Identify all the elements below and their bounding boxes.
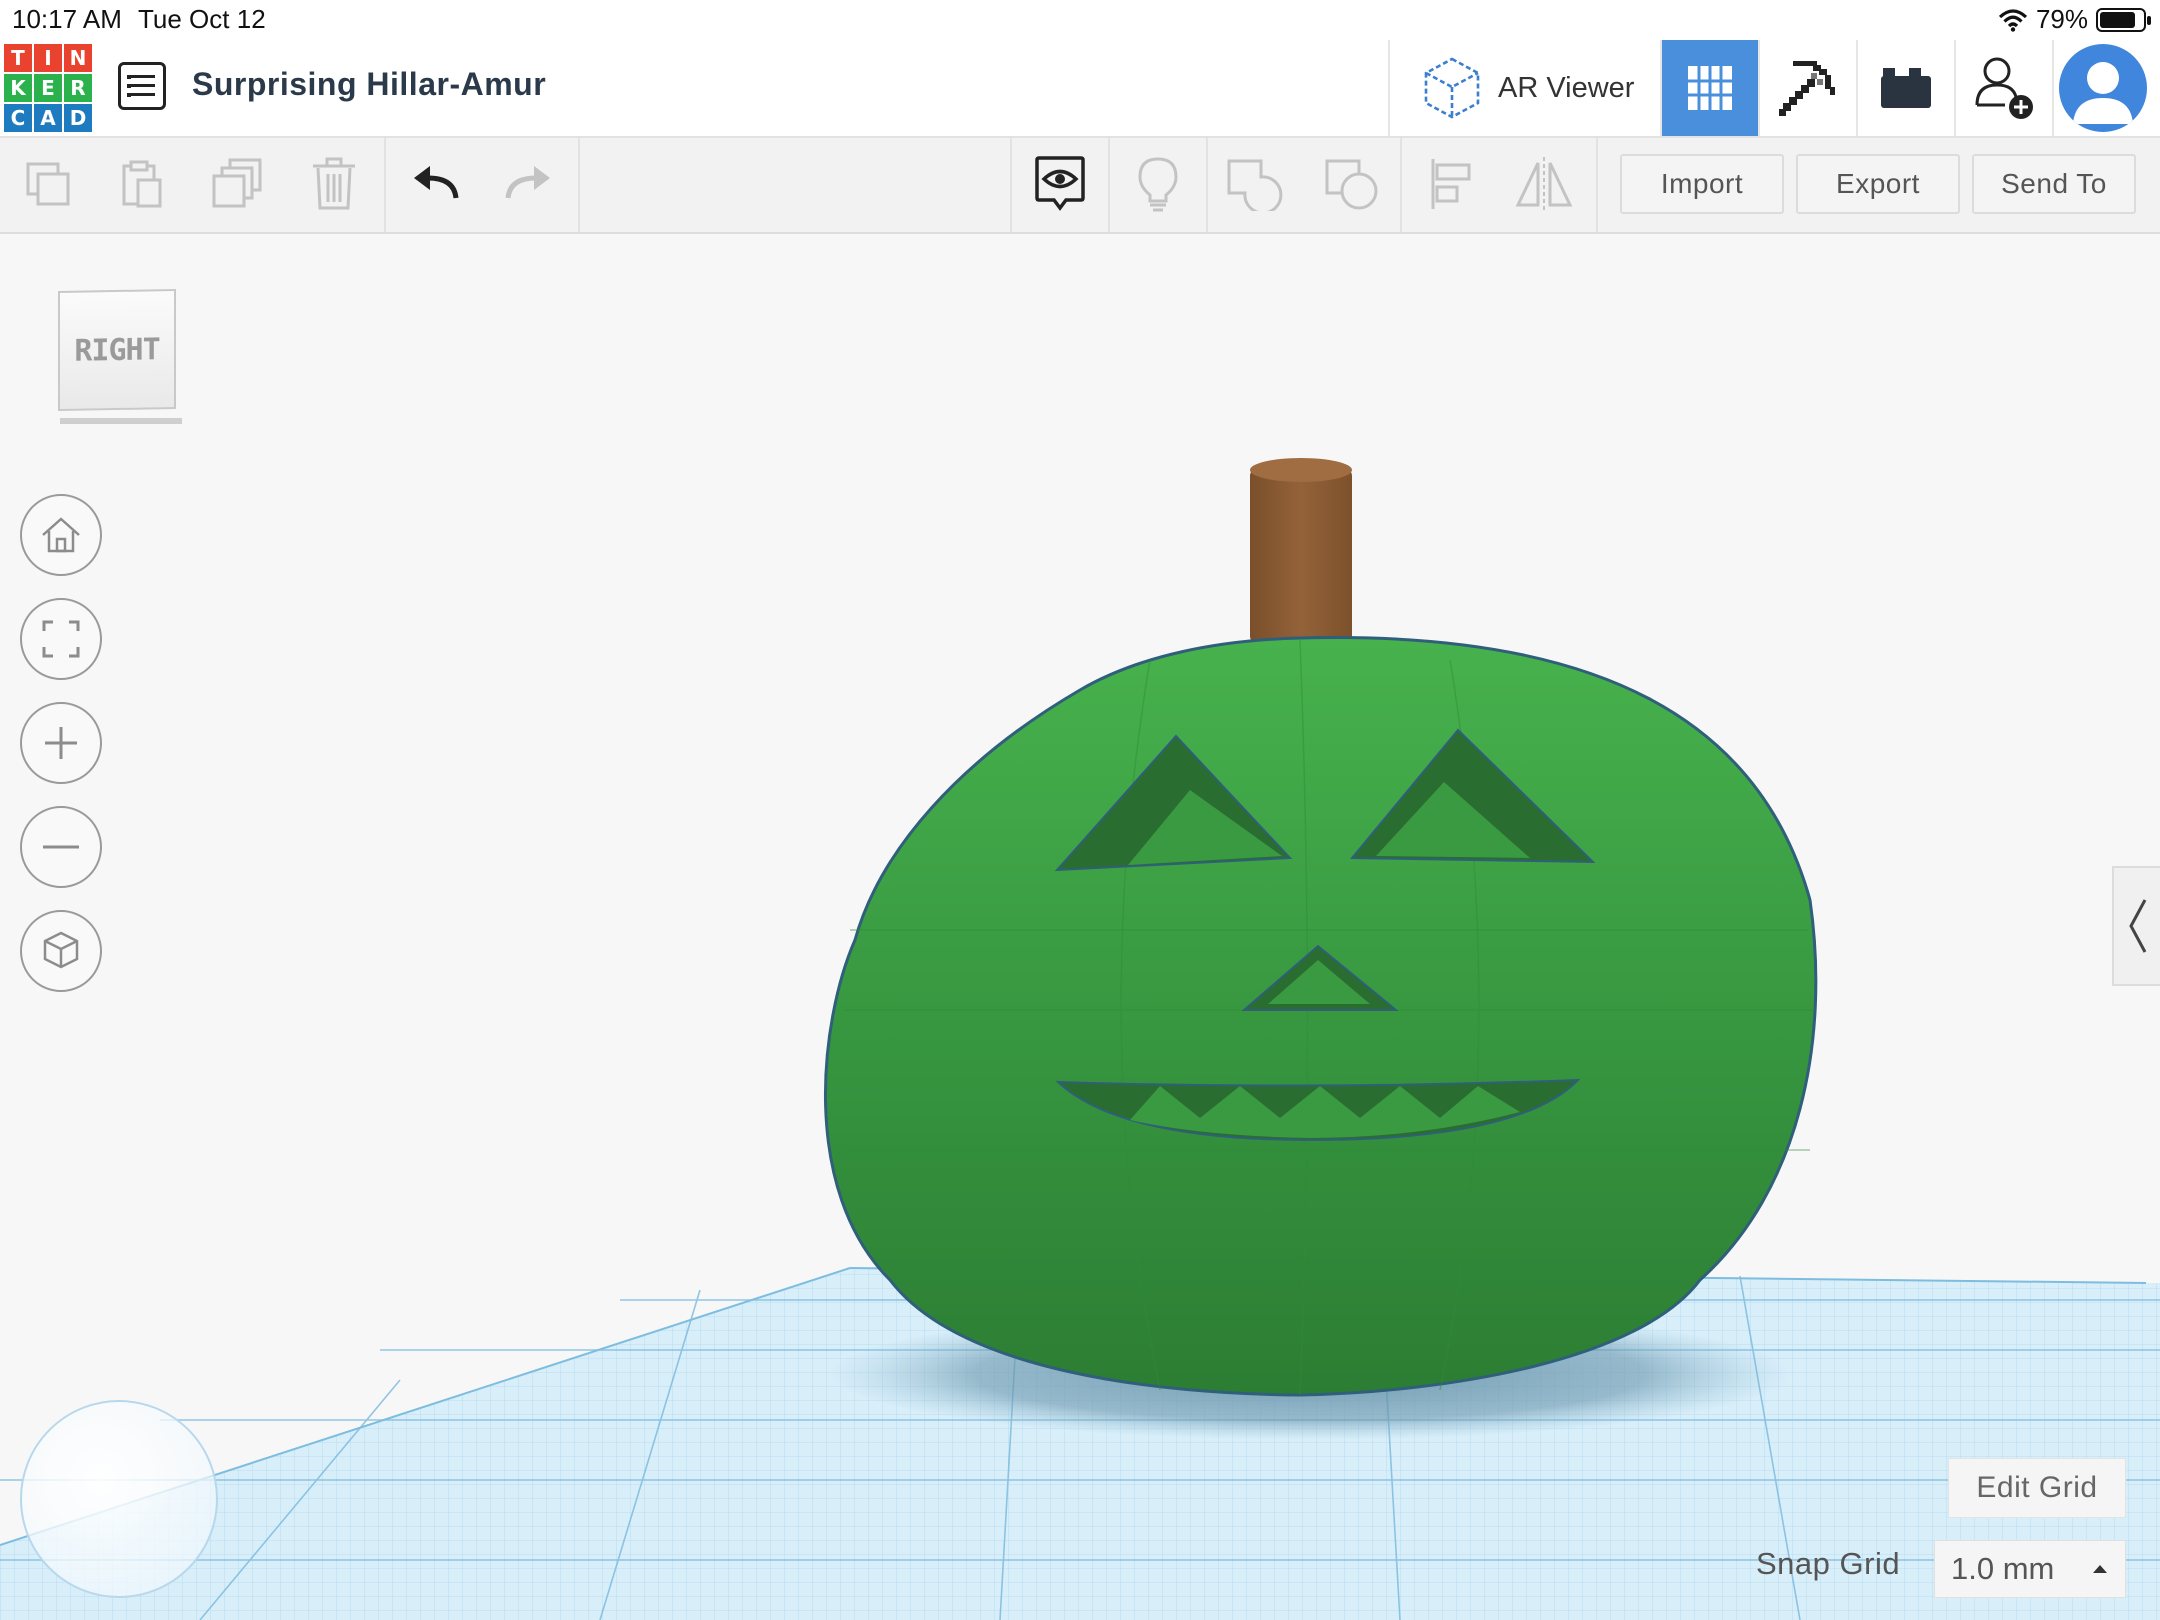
redo-icon [505, 166, 550, 199]
zoom-in-icon [45, 727, 77, 759]
wifi-icon [1998, 8, 2028, 32]
zoom-in-button[interactable] [20, 702, 102, 784]
logo-letter: E [34, 74, 62, 102]
workplane-canvas[interactable]: RIGHT Edit Grid Snap Grid 1.0 mm [0, 234, 2160, 1620]
bricks-view-button[interactable] [1858, 40, 1956, 136]
ortho-view-icon [43, 931, 79, 969]
align-icon [1431, 159, 1471, 209]
mirror-icon [1515, 157, 1573, 211]
group-button[interactable] [1222, 152, 1286, 216]
status-time: 10:17 AM [12, 4, 122, 34]
copy-button[interactable] [16, 152, 80, 216]
logo-letter: C [4, 104, 32, 132]
status-bar: 10:17 AM Tue Oct 12 79% [0, 0, 2160, 40]
snap-grid-value: 1.0 mm [1951, 1551, 2055, 1586]
home-view-button[interactable] [20, 494, 102, 576]
battery-percent: 79% [2035, 4, 2088, 34]
brick-icon [1881, 68, 1931, 108]
mirror-button[interactable] [1512, 152, 1576, 216]
edit-toolbar: Import Export Send To [0, 138, 2160, 234]
grid-icon [1688, 66, 1732, 110]
ar-viewer-label: AR Viewer [1498, 71, 1635, 104]
battery-icon [2096, 7, 2151, 32]
group-icon [1227, 159, 1283, 211]
user-profile[interactable] [2054, 40, 2156, 136]
ar-viewer-button[interactable]: AR Viewer [1390, 40, 1662, 136]
blocks-view-button[interactable] [1760, 40, 1858, 136]
status-right: 79% [1998, 4, 2151, 35]
redo-button[interactable] [496, 152, 560, 216]
invite-user-button[interactable] [1956, 40, 2054, 136]
pumpkin-stem[interactable] [1250, 468, 1352, 644]
notes-light-icon [1138, 157, 1178, 212]
zoom-out-button[interactable] [20, 806, 102, 888]
logo-letter: N [64, 44, 92, 72]
logo-letter: R [64, 74, 92, 102]
view-cube-face[interactable]: RIGHT [58, 288, 176, 412]
pumpkin-model[interactable] [824, 458, 1818, 1397]
design-list-button[interactable] [118, 62, 166, 110]
status-date: Tue Oct 12 [138, 4, 266, 34]
align-button[interactable] [1420, 152, 1484, 216]
logo-letter: A [34, 104, 62, 132]
ungroup-button[interactable] [1320, 152, 1384, 216]
delete-button[interactable] [302, 152, 366, 216]
add-user-icon [1975, 57, 2033, 119]
view-cube[interactable]: RIGHT [54, 288, 182, 424]
logo-letter: I [34, 44, 62, 72]
project-title[interactable]: Surprising Hillar-Amur [192, 66, 546, 103]
snap-grid-label: Snap Grid [1756, 1546, 1901, 1581]
duplicate-icon [212, 158, 262, 208]
3d-design-view-button[interactable] [1662, 40, 1760, 136]
scene [0, 458, 2160, 1620]
send-to-button[interactable]: Send To [1972, 154, 2136, 214]
logo-letter: K [4, 74, 32, 102]
app-header: T I N K E R C A D Surprising Hillar-Amur… [0, 40, 2160, 138]
pickaxe-icon [1779, 61, 1835, 116]
user-avatar-icon [2073, 62, 2133, 124]
show-all-icon [1035, 156, 1085, 211]
chevron-left-icon [2129, 899, 2147, 953]
fit-view-icon [42, 620, 80, 658]
paste-button[interactable] [110, 152, 174, 216]
logo-letter: D [64, 104, 92, 132]
fit-view-button[interactable] [20, 598, 102, 680]
pan-joystick[interactable] [20, 1400, 218, 1598]
tinkercad-logo[interactable]: T I N K E R C A D [4, 44, 92, 132]
ortho-view-button[interactable] [20, 910, 102, 992]
duplicate-button[interactable] [206, 152, 270, 216]
avatar[interactable] [2059, 44, 2147, 132]
ar-cube-icon [1424, 57, 1480, 119]
export-button[interactable]: Export [1796, 154, 1960, 214]
logo-letter: T [4, 44, 32, 72]
paste-icon [122, 160, 162, 208]
pumpkin-body[interactable] [824, 636, 1818, 1397]
header-actions: AR Viewer [1388, 40, 2156, 136]
zoom-out-icon [43, 845, 79, 849]
edit-grid-button[interactable]: Edit Grid [1948, 1458, 2126, 1518]
copy-icon [26, 162, 70, 206]
ungroup-icon [1325, 159, 1378, 210]
home-icon [42, 517, 80, 553]
show-all-button[interactable] [1028, 152, 1092, 216]
caret-up-icon [2093, 1565, 2107, 1573]
snap-grid-select[interactable]: 1.0 mm [1934, 1540, 2126, 1598]
panel-toggle-tab[interactable] [2112, 866, 2160, 986]
import-button[interactable]: Import [1620, 154, 1784, 214]
undo-button[interactable] [404, 152, 468, 216]
delete-icon [313, 157, 355, 210]
notes-button[interactable] [1126, 152, 1190, 216]
undo-icon [414, 166, 459, 199]
